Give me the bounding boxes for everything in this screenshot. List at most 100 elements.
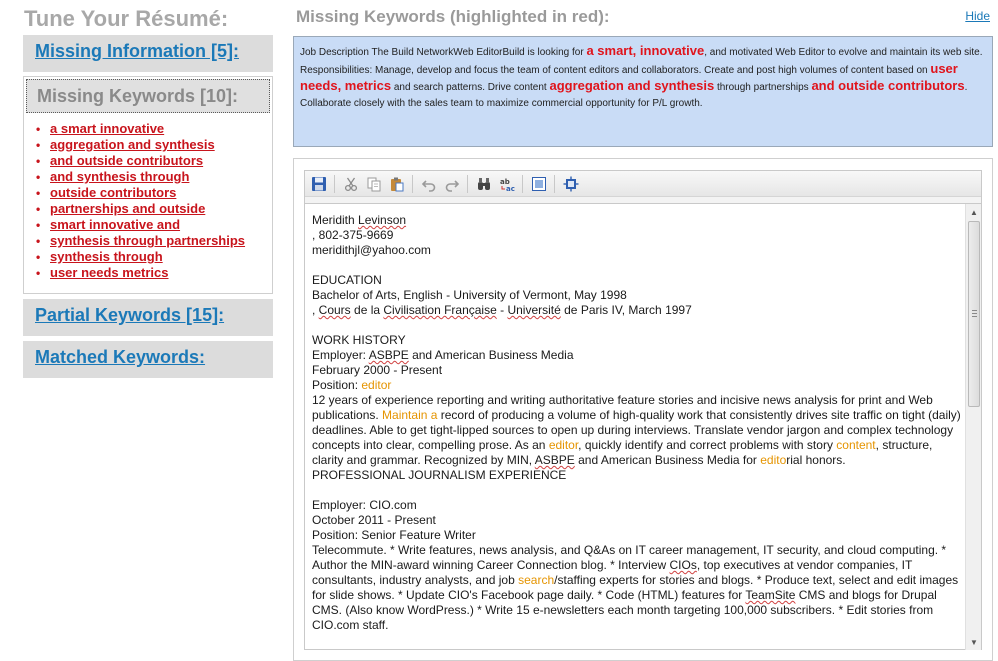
bullet-icon: • — [36, 122, 41, 136]
toolbar-divider — [554, 174, 555, 193]
misspelled-word: Levinson — [358, 213, 407, 227]
select-all-button[interactable] — [528, 174, 549, 194]
spellcheck-icon — [563, 176, 578, 191]
list-item: • smart innovative and — [36, 217, 272, 233]
jd-text: Job Description The Build NetworkWeb Edi… — [300, 47, 587, 58]
toolbar-divider — [522, 174, 523, 193]
text-run: de Paris IV, March 1997 — [560, 303, 692, 317]
spellcheck-button[interactable] — [560, 174, 581, 194]
matched-keyword: content — [836, 438, 876, 452]
matched-keyword: search — [518, 573, 555, 587]
undo-button[interactable] — [418, 174, 439, 194]
redo-button[interactable] — [441, 174, 462, 194]
employer-line: Employer: CIO.com — [312, 498, 417, 512]
education-line: Bachelor of Arts, English - University o… — [312, 288, 627, 302]
scrollbar-thumb[interactable] — [968, 221, 980, 407]
resume-text[interactable]: Meridith Levinson , 802-375-9669 meridit… — [312, 213, 962, 643]
missing-keyword-link[interactable]: and outside contributors — [50, 153, 203, 169]
matched-keyword: editor — [548, 438, 579, 452]
toolbar-divider — [334, 174, 335, 193]
text-run: and American Business Media for — [574, 453, 761, 467]
matched-keyword: Maintain a — [382, 408, 438, 422]
job-description-box: Job Description The Build NetworkWeb Edi… — [293, 36, 993, 147]
education-heading: EDUCATION — [312, 273, 382, 287]
editor-toolbar: ab ac — [305, 171, 981, 197]
hide-link[interactable]: Hide — [965, 9, 990, 23]
bullet-icon: • — [36, 266, 41, 280]
misspelled-word: Cours — [318, 303, 351, 317]
text-run: de la — [350, 303, 384, 317]
missing-keywords-header[interactable]: Missing Keywords [10]: — [26, 79, 270, 113]
jd-missing-keyword: a smart, innovative — [586, 43, 705, 58]
resume-phone: , 802-375-9669 — [312, 228, 394, 242]
employer-line: Employer: ASBPE and American Business Me… — [312, 348, 962, 363]
triangle-up-icon: ▲ — [970, 207, 978, 217]
triangle-down-icon: ▼ — [970, 637, 978, 647]
list-item: • synthesis through partnerships — [36, 233, 272, 249]
scroll-down-button[interactable]: ▼ — [966, 634, 982, 650]
list-item: • a smart innovative — [36, 121, 272, 137]
job-description: Telecommute. * Write features, news anal… — [312, 543, 962, 633]
bullet-icon: • — [36, 250, 41, 264]
missing-keyword-link[interactable]: outside contributors — [50, 185, 176, 201]
missing-keyword-link[interactable]: smart innovative and — [50, 217, 180, 233]
find-button[interactable] — [473, 174, 494, 194]
missing-keyword-link[interactable]: synthesis through — [50, 249, 163, 265]
jd-text: through partnerships — [714, 82, 812, 93]
page-title: Tune Your Résumé: — [24, 6, 229, 31]
bullet-icon: • — [36, 186, 41, 200]
toolbar-divider — [412, 174, 413, 193]
matched-keywords-link[interactable]: Matched Keywords: — [23, 341, 273, 374]
bullet-icon: • — [36, 234, 41, 248]
bullet-icon: • — [36, 170, 41, 184]
bullet-icon: • — [36, 202, 41, 216]
editor-content-area[interactable]: Meridith Levinson , 802-375-9669 meridit… — [305, 203, 981, 650]
scroll-up-button[interactable]: ▲ — [966, 204, 982, 220]
text-run: and American Business Media — [408, 348, 574, 362]
copy-button[interactable] — [363, 174, 384, 194]
text-run: rial honors. — [786, 453, 846, 467]
list-item: • aggregation and synthesis — [36, 137, 272, 153]
missing-keyword-link[interactable]: aggregation and synthesis — [50, 137, 215, 153]
missing-keyword-link[interactable]: a smart innovative — [50, 121, 164, 137]
list-item: • and outside contributors — [36, 153, 272, 169]
bullet-icon: • — [36, 154, 41, 168]
jd-missing-keyword: and outside contributors — [811, 78, 965, 93]
list-item: • and synthesis through — [36, 169, 272, 185]
missing-keyword-link[interactable]: partnerships and outside — [50, 201, 205, 217]
name-text: Meridith — [312, 213, 359, 227]
cut-button[interactable] — [340, 174, 361, 194]
jd-text: and search patterns. Drive content — [391, 82, 550, 93]
text-run: , quickly identify and correct problems … — [578, 438, 837, 452]
select-all-icon — [531, 176, 546, 191]
list-item: • outside contributors — [36, 185, 272, 201]
dates-line: October 2011 - Present — [312, 513, 436, 527]
list-item: • synthesis through — [36, 249, 272, 265]
resume-editor-container: ab ac Meridith Levinson , 802-375-9669 me… — [293, 158, 993, 661]
partial-keywords-link[interactable]: Partial Keywords [15]: — [23, 299, 273, 332]
section-heading: PROFESSIONAL JOURNALISM EXPERIENCE — [312, 468, 567, 482]
text-run: Employer: — [312, 348, 369, 362]
misspelled-word: CIOs — [669, 558, 697, 572]
missing-information-panel: Missing Information [5]: — [23, 35, 273, 72]
missing-keyword-link[interactable]: and synthesis through — [50, 169, 189, 185]
paste-button[interactable] — [386, 174, 407, 194]
missing-keyword-link[interactable]: user needs metrics — [50, 265, 169, 281]
missing-keyword-link[interactable]: synthesis through partnerships — [50, 233, 245, 249]
resume-editor: ab ac Meridith Levinson , 802-375-9669 me… — [304, 170, 982, 650]
position-line: Position: Senior Feature Writer — [312, 528, 476, 542]
dates-line: February 2000 - Present — [312, 363, 443, 377]
missing-keywords-list: • a smart innovative • aggregation and syn… — [24, 121, 272, 281]
replace-button[interactable]: ab ac — [496, 174, 517, 194]
grip-icon — [972, 310, 977, 317]
vertical-scrollbar[interactable]: ▲ ▼ — [965, 204, 981, 650]
redo-icon — [445, 179, 459, 192]
save-button[interactable] — [308, 174, 329, 194]
svg-text:ac: ac — [506, 185, 515, 192]
undo-icon — [421, 179, 435, 192]
missing-information-link[interactable]: Missing Information [5]: — [23, 35, 273, 68]
work-history-heading: WORK HISTORY — [312, 333, 406, 347]
